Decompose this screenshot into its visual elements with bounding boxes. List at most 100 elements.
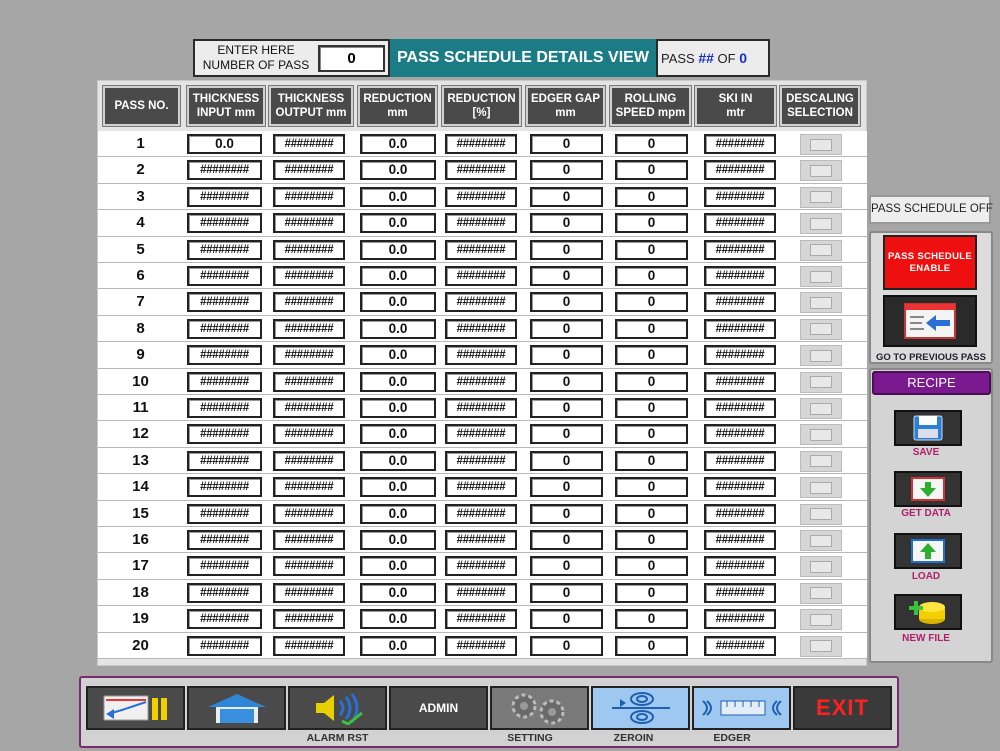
cell-thk-in[interactable]: ########: [187, 345, 262, 366]
descaling-selection-button[interactable]: [800, 450, 842, 472]
cell-thk-in[interactable]: 0.0: [187, 134, 262, 154]
get-data-button[interactable]: [894, 471, 962, 507]
cell-edger[interactable]: 0: [530, 134, 603, 154]
cell-ski[interactable]: ########: [704, 582, 776, 603]
cell-red-mm[interactable]: 0.0: [360, 292, 436, 313]
cell-ski[interactable]: ########: [704, 292, 776, 313]
cell-speed[interactable]: 0: [615, 530, 688, 550]
cell-red-mm[interactable]: 0.0: [360, 186, 436, 207]
cell-thk-in[interactable]: ########: [187, 503, 262, 524]
cell-edger[interactable]: 0: [530, 556, 603, 577]
cell-thk-in[interactable]: ########: [187, 609, 262, 630]
cell-thk-in[interactable]: ########: [187, 450, 262, 471]
cell-edger[interactable]: 0: [530, 450, 603, 471]
cell-ski[interactable]: ########: [704, 635, 776, 656]
descaling-selection-button[interactable]: [800, 609, 842, 631]
cell-speed[interactable]: 0: [615, 266, 688, 286]
cell-thk-out[interactable]: ########: [273, 398, 345, 418]
setting-button[interactable]: [490, 686, 589, 730]
descaling-selection-button[interactable]: [800, 503, 842, 525]
cell-red-pct[interactable]: ########: [445, 398, 517, 418]
cell-thk-out[interactable]: ########: [273, 213, 345, 234]
cell-edger[interactable]: 0: [530, 582, 603, 603]
cell-red-mm[interactable]: 0.0: [360, 239, 436, 260]
cell-ski[interactable]: ########: [704, 318, 776, 339]
cell-edger[interactable]: 0: [530, 609, 603, 630]
cell-red-pct[interactable]: ########: [445, 292, 517, 313]
edger-button[interactable]: [692, 686, 791, 730]
descaling-selection-button[interactable]: [800, 213, 842, 235]
cell-speed[interactable]: 0: [615, 450, 688, 471]
cell-red-pct[interactable]: ########: [445, 530, 517, 550]
save-button[interactable]: [894, 410, 962, 446]
cell-edger[interactable]: 0: [530, 424, 603, 445]
cell-thk-in[interactable]: ########: [187, 477, 262, 498]
cell-edger[interactable]: 0: [530, 398, 603, 418]
cell-ski[interactable]: ########: [704, 186, 776, 207]
cell-thk-in[interactable]: ########: [187, 239, 262, 260]
cell-red-pct[interactable]: ########: [445, 371, 517, 392]
cell-thk-out[interactable]: ########: [273, 292, 345, 313]
cell-red-mm[interactable]: 0.0: [360, 134, 436, 154]
cell-thk-out[interactable]: ########: [273, 424, 345, 445]
exit-button[interactable]: EXIT: [793, 686, 892, 730]
number-of-pass-input[interactable]: 0: [318, 45, 385, 72]
cell-ski[interactable]: ########: [704, 239, 776, 260]
cell-red-pct[interactable]: ########: [445, 239, 517, 260]
descaling-selection-button[interactable]: [800, 266, 842, 287]
cell-thk-in[interactable]: ########: [187, 266, 262, 286]
cell-thk-out[interactable]: ########: [273, 530, 345, 550]
cell-ski[interactable]: ########: [704, 503, 776, 524]
cell-thk-out[interactable]: ########: [273, 318, 345, 339]
cell-edger[interactable]: 0: [530, 318, 603, 339]
cell-thk-out[interactable]: ########: [273, 134, 345, 154]
descaling-selection-button[interactable]: [800, 292, 842, 314]
cell-red-pct[interactable]: ########: [445, 186, 517, 207]
cell-ski[interactable]: ########: [704, 450, 776, 471]
cell-thk-in[interactable]: ########: [187, 424, 262, 445]
descaling-selection-button[interactable]: [800, 530, 842, 551]
cell-edger[interactable]: 0: [530, 477, 603, 498]
cell-red-mm[interactable]: 0.0: [360, 424, 436, 445]
cell-ski[interactable]: ########: [704, 556, 776, 577]
cell-red-pct[interactable]: ########: [445, 160, 517, 181]
cell-red-pct[interactable]: ########: [445, 503, 517, 524]
cell-thk-in[interactable]: ########: [187, 371, 262, 392]
cell-red-pct[interactable]: ########: [445, 345, 517, 366]
cell-thk-out[interactable]: ########: [273, 450, 345, 471]
cell-red-mm[interactable]: 0.0: [360, 582, 436, 603]
cell-speed[interactable]: 0: [615, 556, 688, 577]
cell-thk-out[interactable]: ########: [273, 582, 345, 603]
cell-speed[interactable]: 0: [615, 213, 688, 234]
cell-speed[interactable]: 0: [615, 186, 688, 207]
cell-thk-in[interactable]: ########: [187, 530, 262, 550]
cell-thk-in[interactable]: ########: [187, 556, 262, 577]
cell-red-mm[interactable]: 0.0: [360, 503, 436, 524]
cell-speed[interactable]: 0: [615, 345, 688, 366]
cell-red-mm[interactable]: 0.0: [360, 318, 436, 339]
cell-red-pct[interactable]: ########: [445, 318, 517, 339]
cell-ski[interactable]: ########: [704, 530, 776, 550]
cell-red-pct[interactable]: ########: [445, 266, 517, 286]
cell-thk-in[interactable]: ########: [187, 398, 262, 418]
alarm-reset-button[interactable]: [288, 686, 387, 730]
cell-thk-out[interactable]: ########: [273, 239, 345, 260]
cell-ski[interactable]: ########: [704, 213, 776, 234]
cell-thk-out[interactable]: ########: [273, 266, 345, 286]
cell-speed[interactable]: 0: [615, 239, 688, 260]
cell-thk-in[interactable]: ########: [187, 292, 262, 313]
cell-speed[interactable]: 0: [615, 398, 688, 418]
cell-red-pct[interactable]: ########: [445, 477, 517, 498]
cell-red-mm[interactable]: 0.0: [360, 635, 436, 656]
cell-edger[interactable]: 0: [530, 345, 603, 366]
home-button[interactable]: [187, 686, 286, 730]
cell-speed[interactable]: 0: [615, 292, 688, 313]
previous-pass-button[interactable]: [883, 295, 977, 347]
zeroin-button[interactable]: [591, 686, 690, 730]
descaling-selection-button[interactable]: [800, 318, 842, 340]
descaling-selection-button[interactable]: [800, 424, 842, 446]
cell-edger[interactable]: 0: [530, 266, 603, 286]
descaling-selection-button[interactable]: [800, 635, 842, 657]
cell-red-mm[interactable]: 0.0: [360, 160, 436, 181]
descaling-selection-button[interactable]: [800, 160, 842, 182]
